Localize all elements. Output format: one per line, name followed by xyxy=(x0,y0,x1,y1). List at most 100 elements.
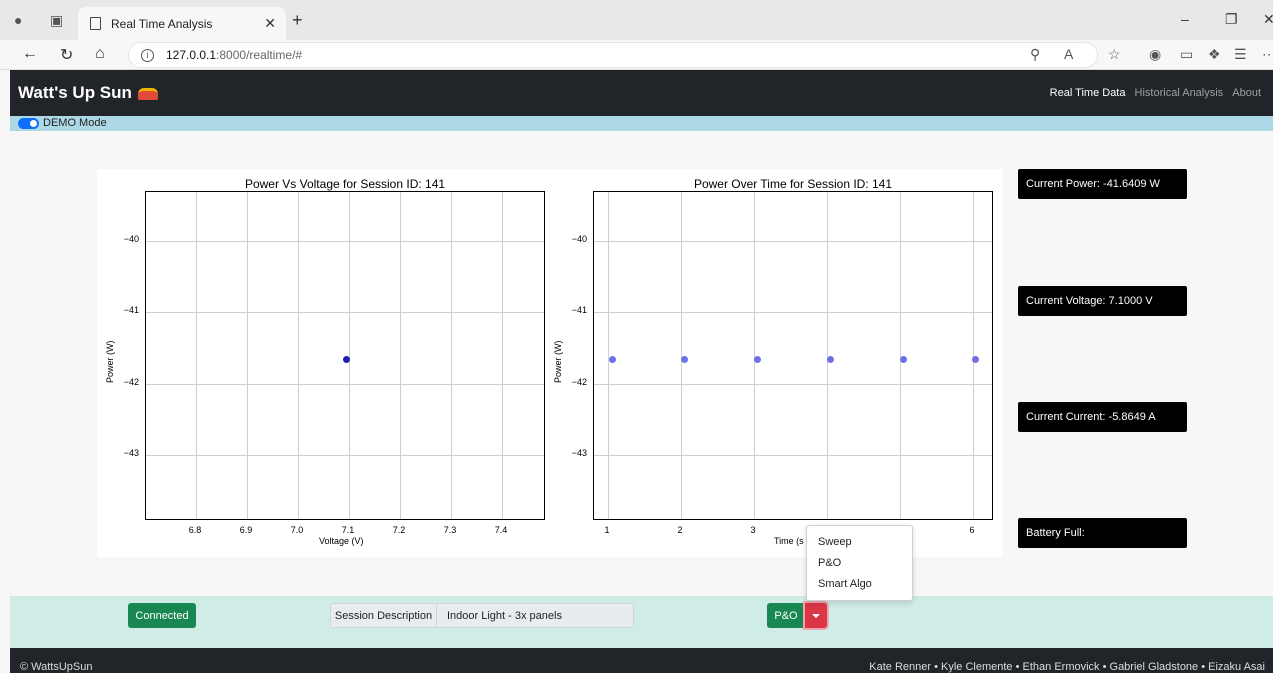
data-point xyxy=(342,355,350,363)
site-info-icon[interactable]: i xyxy=(141,48,154,62)
more-icon[interactable]: ⋯ xyxy=(1262,46,1273,63)
data-point xyxy=(681,355,689,363)
nav-historical[interactable]: Historical Analysis xyxy=(1135,87,1224,99)
copilot-icon[interactable]: ❖ xyxy=(1208,46,1221,63)
brand[interactable]: Watt's Up Sun xyxy=(18,83,158,103)
plot2-xtick: 2 xyxy=(677,525,683,535)
minimize-icon[interactable]: – xyxy=(1181,11,1189,27)
session-description-input[interactable]: Indoor Light - 3x panels xyxy=(437,603,634,628)
plot1-xtick: 7.0 xyxy=(290,525,304,535)
plot1-ytick: −41 xyxy=(123,305,139,315)
plot1-ytick: −42 xyxy=(123,377,139,387)
plot2-gridline xyxy=(594,455,992,456)
restore-icon[interactable]: ❐ xyxy=(1225,11,1238,28)
plot2-ytick: −41 xyxy=(571,305,587,315)
demo-bar: DEMO Mode xyxy=(10,116,1273,131)
plot1-title: Power Vs Voltage for Session ID: 141 xyxy=(244,177,446,191)
plot2-xlabel: Time (s xyxy=(774,536,804,546)
plot2-ytick: −43 xyxy=(571,448,587,458)
session-description-group: Session Description Indoor Light - 3x pa… xyxy=(330,603,634,628)
collections-icon[interactable]: ▭ xyxy=(1180,46,1193,63)
plot2-xtick: 3 xyxy=(750,525,756,535)
plot2-ytick: −40 xyxy=(571,234,587,244)
plot2-gridline xyxy=(594,384,992,385)
algorithm-dropdown-toggle[interactable] xyxy=(805,603,827,628)
data-point xyxy=(826,355,834,363)
page-icon xyxy=(90,17,101,30)
plot2-title: Power Over Time for Session ID: 141 xyxy=(693,177,893,191)
data-point xyxy=(608,355,616,363)
app-navbar: Watt's Up Sun Real Time Data Historical … xyxy=(10,70,1273,116)
refresh-icon[interactable]: ↻ xyxy=(60,45,73,65)
dropdown-item-smart-algo[interactable]: Smart Algo xyxy=(807,573,912,594)
star-icon[interactable]: ☆ xyxy=(1108,46,1121,63)
app-root: ● ▣ Real Time Analysis ✕ + – ❐ ✕ ← ↻ ⌂ i… xyxy=(0,0,1273,673)
plot1-gridline xyxy=(146,241,544,242)
plot1-ylabel: Power (W) xyxy=(105,340,115,384)
algorithm-button[interactable]: P&O xyxy=(767,603,805,628)
close-window-icon[interactable]: ✕ xyxy=(1263,11,1273,28)
plot2-ytick: −42 xyxy=(571,377,587,387)
back-icon[interactable]: ← xyxy=(22,45,38,63)
nav-real-time[interactable]: Real Time Data xyxy=(1050,87,1126,99)
extension-icon[interactable]: ◉ xyxy=(1149,46,1161,63)
browser-titlebar: ● ▣ Real Time Analysis ✕ + – ❐ ✕ xyxy=(0,0,1273,40)
profile-icon[interactable]: ● xyxy=(14,12,22,28)
url-path: :8000/realtime/# xyxy=(216,48,303,62)
data-point xyxy=(972,355,980,363)
plot1-xtick: 6.8 xyxy=(188,525,202,535)
plot1-xtick: 7.4 xyxy=(494,525,508,535)
plot1-axes xyxy=(145,191,545,520)
connected-button[interactable]: Connected xyxy=(128,603,196,628)
plot2-ylabel: Power (W) xyxy=(553,340,563,384)
plot1-ytick: −40 xyxy=(123,234,139,244)
plot2-gridline xyxy=(594,241,992,242)
favorites-icon[interactable]: ☰ xyxy=(1234,46,1247,63)
caret-down-icon xyxy=(812,613,820,618)
plot1-ytick: −43 xyxy=(123,448,139,458)
close-tab-icon[interactable]: ✕ xyxy=(264,15,276,32)
plot2-xtick: 6 xyxy=(969,525,975,535)
plot1-xlabel: Voltage (V) xyxy=(319,536,364,546)
workspaces-icon[interactable]: ▣ xyxy=(50,12,63,29)
demo-label: DEMO Mode xyxy=(43,117,107,129)
plot1-gridline xyxy=(146,455,544,456)
address-bar-row: ← ↻ ⌂ i 127.0.0.1:8000/realtime/# ⚲ A ☆ … xyxy=(0,40,1273,70)
data-point xyxy=(754,355,762,363)
data-point xyxy=(899,355,907,363)
footer-credits: Kate Renner • Kyle Clemente • Ethan Ermo… xyxy=(869,661,1265,673)
plot1-xtick: 6.9 xyxy=(239,525,253,535)
current-voltage-box: Current Voltage: 7.1000 V xyxy=(1018,286,1187,316)
plot2-xtick: 1 xyxy=(604,525,610,535)
zoom-icon[interactable]: ⚲ xyxy=(1030,46,1040,63)
url-field[interactable]: i 127.0.0.1:8000/realtime/# xyxy=(128,42,1098,68)
current-current-box: Current Current: -5.8649 A xyxy=(1018,402,1187,432)
plot1-xtick: 7.1 xyxy=(341,525,355,535)
home-icon[interactable]: ⌂ xyxy=(95,45,105,63)
url-host: 127.0.0.1 xyxy=(166,48,217,62)
footer: © WattsUpSun Kate Renner • Kyle Clemente… xyxy=(10,648,1273,673)
plot1-xtick: 7.3 xyxy=(443,525,457,535)
session-description-label: Session Description xyxy=(330,603,437,628)
nav-about[interactable]: About xyxy=(1232,87,1261,99)
car-icon xyxy=(137,87,158,100)
toggle-knob xyxy=(30,120,37,127)
plots-panel: Power Vs Voltage for Session ID: 141 −40… xyxy=(97,169,1002,557)
dropdown-item-po[interactable]: P&O xyxy=(807,552,912,573)
browser-tab[interactable]: Real Time Analysis ✕ xyxy=(78,7,286,40)
plot2-axes xyxy=(593,191,993,520)
brand-text: Watt's Up Sun xyxy=(18,83,132,102)
demo-toggle[interactable] xyxy=(18,118,39,129)
control-bar xyxy=(10,596,1273,648)
read-aloud-icon[interactable]: A xyxy=(1064,46,1073,62)
plot1-gridline xyxy=(146,384,544,385)
battery-box: Battery Full: xyxy=(1018,518,1187,548)
new-tab-icon[interactable]: + xyxy=(292,10,303,31)
tab-title: Real Time Analysis xyxy=(111,16,213,31)
algorithm-dropdown-menu: Sweep P&O Smart Algo xyxy=(806,525,913,601)
dropdown-item-sweep[interactable]: Sweep xyxy=(807,531,912,552)
footer-copyright: © WattsUpSun xyxy=(20,661,93,673)
plot2-gridline xyxy=(594,312,992,313)
current-power-box: Current Power: -41.6409 W xyxy=(1018,169,1187,199)
nav-links: Real Time Data Historical Analysis About xyxy=(1044,87,1261,99)
